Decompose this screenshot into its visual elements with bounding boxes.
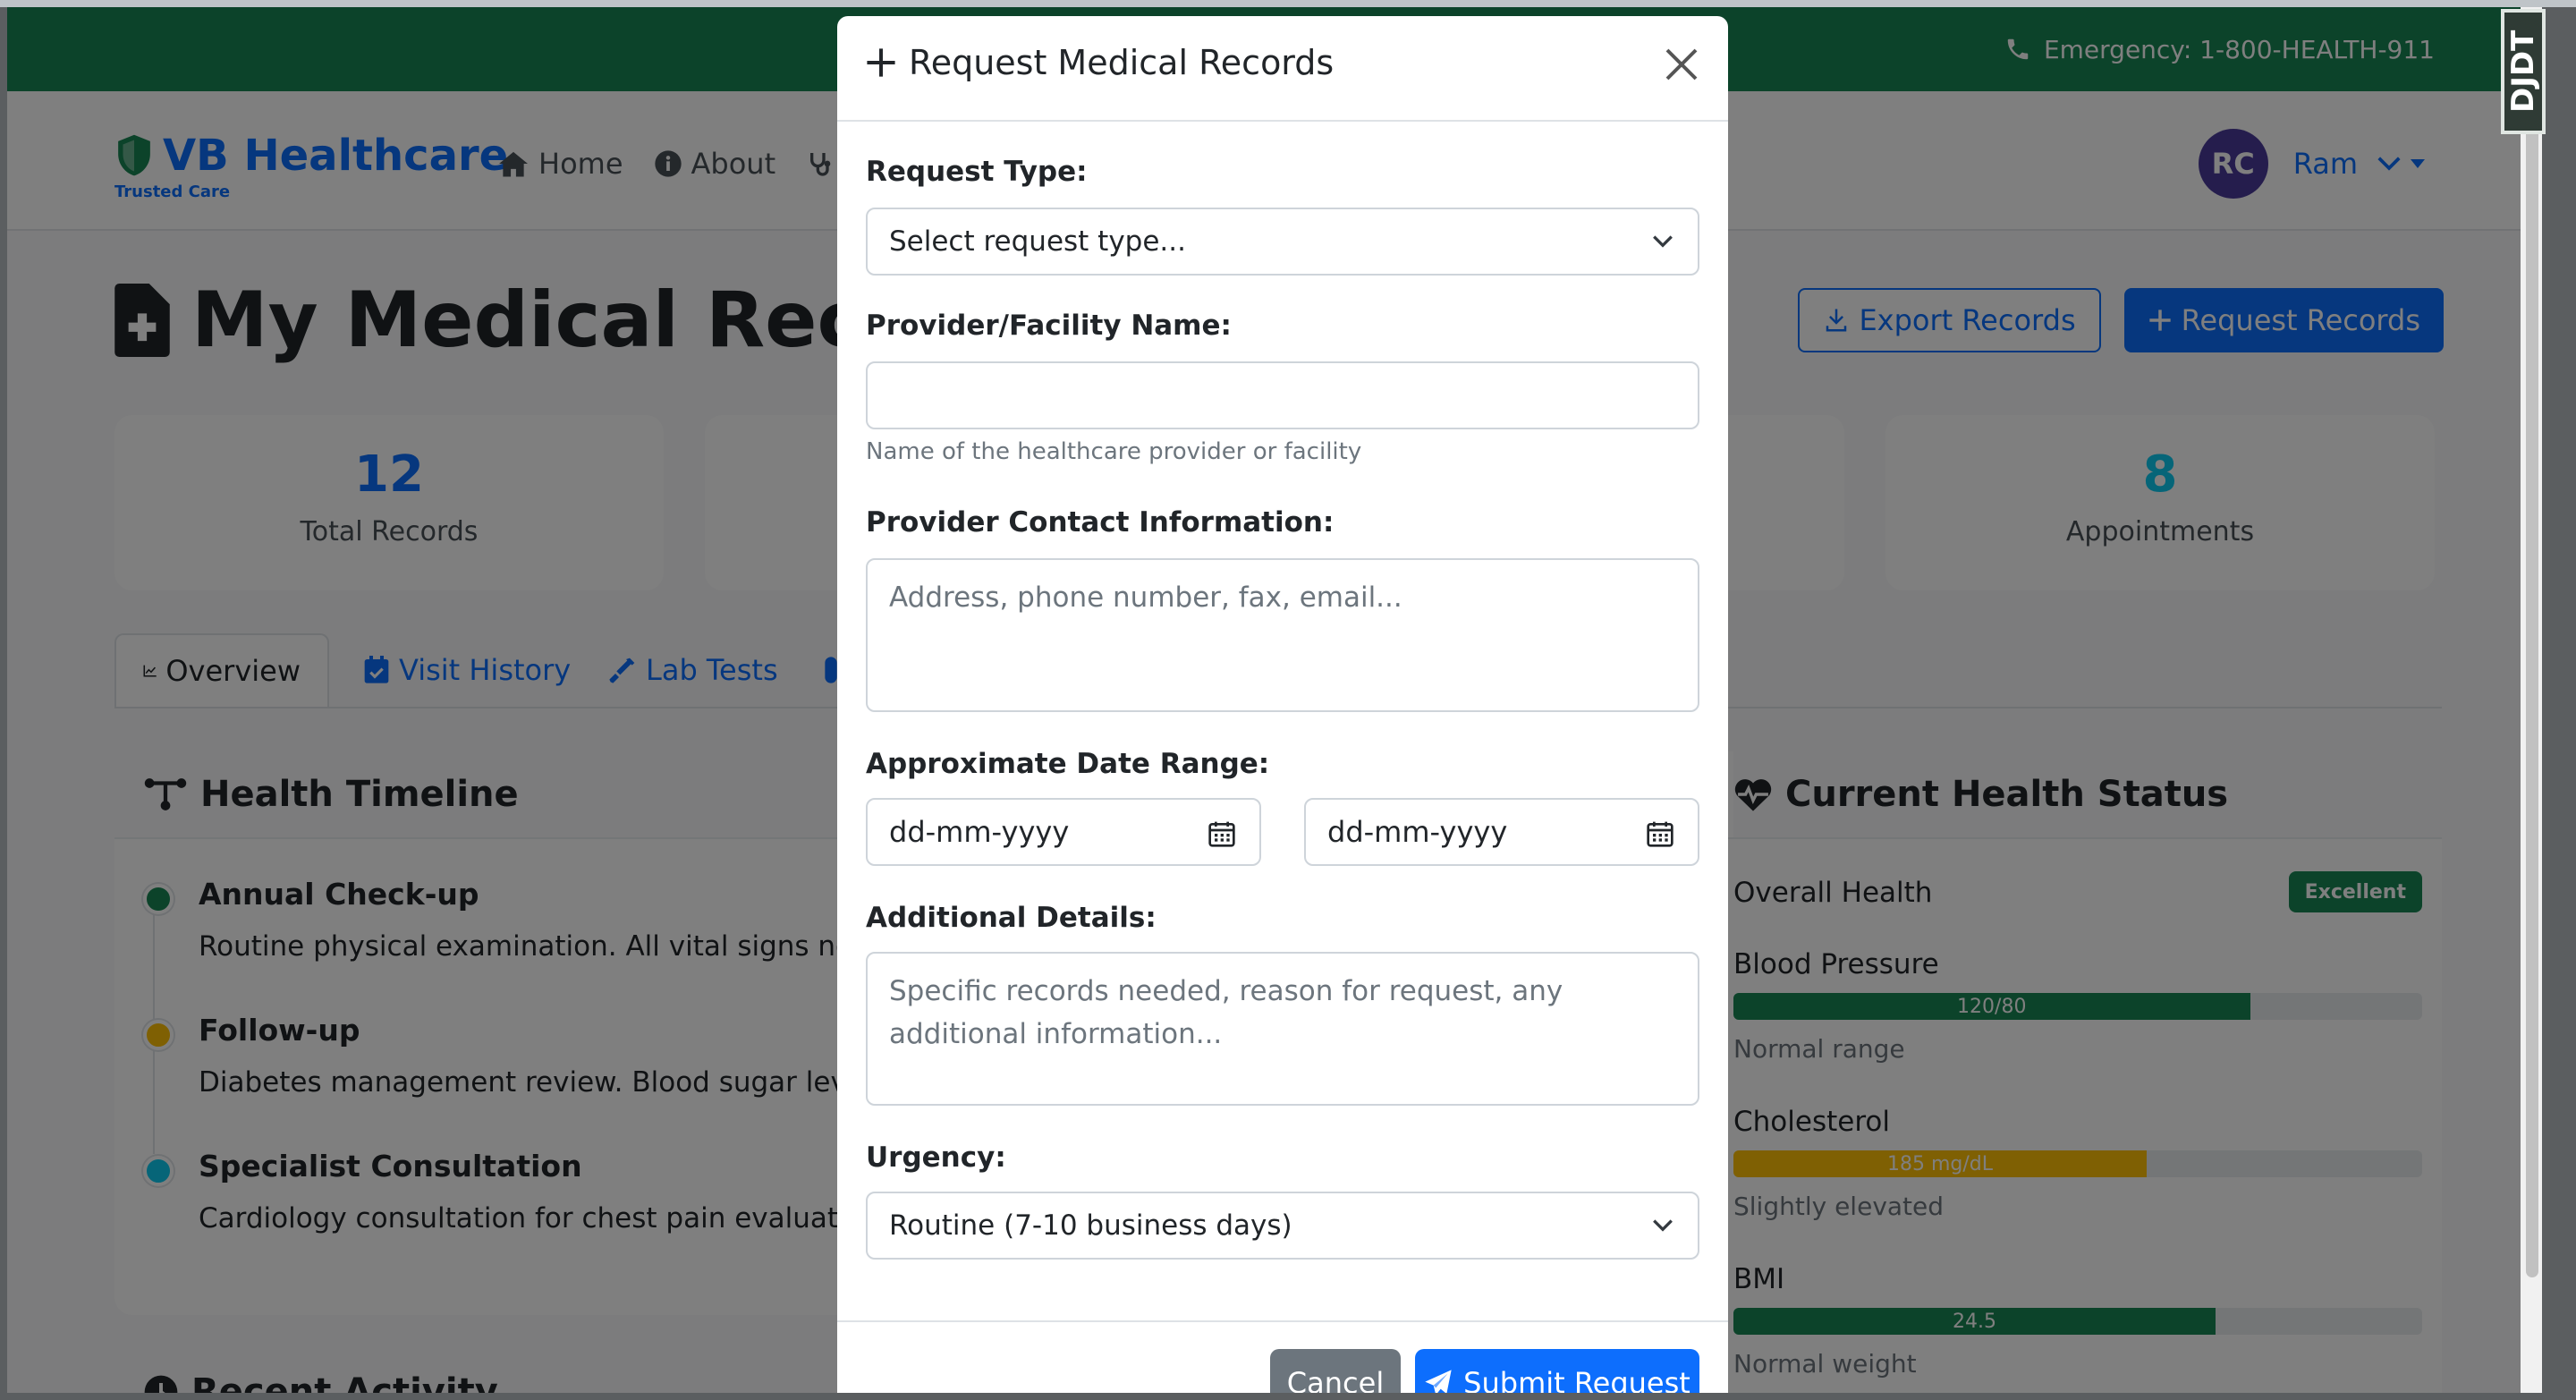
request-type-value: Select request type... [889,225,1186,258]
provider-contact-placeholder: Address, phone number, fax, email... [889,581,1402,614]
request-type-label: Request Type: [866,156,1088,188]
debug-toolbar-label: DJDT [2505,30,2541,114]
provider-contact-label: Provider Contact Information: [866,506,1335,539]
provider-name-hint: Name of the healthcare provider or facil… [866,438,1362,465]
urgency-label: Urgency: [866,1141,1006,1174]
modal-footer [837,1320,1728,1322]
paper-plane-icon [1425,1370,1452,1393]
page-scrollbar[interactable] [2521,7,2542,1393]
calendar-icon[interactable] [1208,819,1236,848]
close-icon[interactable] [1660,43,1703,86]
date-to-value: dd-mm-yyyy [1327,815,1508,849]
cancel-label: Cancel [1286,1366,1385,1393]
scrollbar-thumb[interactable] [2526,34,2538,1277]
modal-title-text: Request Medical Records [909,43,1335,82]
provider-contact-textarea[interactable]: Address, phone number, fax, email... [866,558,1699,712]
additional-details-textarea[interactable]: Specific records needed, reason for requ… [866,952,1699,1106]
submit-request-button[interactable]: Submit Request [1415,1349,1699,1393]
cancel-button[interactable]: Cancel [1270,1349,1401,1393]
chevron-down-icon [1653,1219,1673,1232]
plus-icon [867,48,895,77]
modal-header: Request Medical Records [837,16,1728,122]
urgency-value: Routine (7-10 business days) [889,1209,1292,1242]
provider-name-input[interactable] [866,361,1699,429]
modal-title: Request Medical Records [866,43,1334,82]
date-to-input[interactable]: dd-mm-yyyy [1304,798,1699,866]
additional-details-placeholder: Specific records needed, reason for requ… [889,975,1563,1050]
browser-viewport: Emergency: 1-800-HEALTH-911 VB Healthcar… [7,7,2542,1393]
submit-request-label: Submit Request [1463,1366,1690,1393]
additional-details-label: Additional Details: [866,902,1157,934]
provider-name-label: Provider/Facility Name: [866,310,1232,342]
calendar-icon[interactable] [1646,819,1674,848]
request-type-select[interactable]: Select request type... [866,208,1699,276]
chevron-down-icon [1653,235,1673,248]
date-range-label: Approximate Date Range: [866,748,1270,780]
request-records-modal: Request Medical Records Request Type: Se… [837,16,1728,1393]
urgency-select[interactable]: Routine (7-10 business days) [866,1192,1699,1260]
date-from-value: dd-mm-yyyy [889,815,1070,849]
debug-toolbar-handle[interactable]: DJDT [2501,9,2546,134]
date-from-input[interactable]: dd-mm-yyyy [866,798,1261,866]
browser-top-strip [0,0,2576,7]
